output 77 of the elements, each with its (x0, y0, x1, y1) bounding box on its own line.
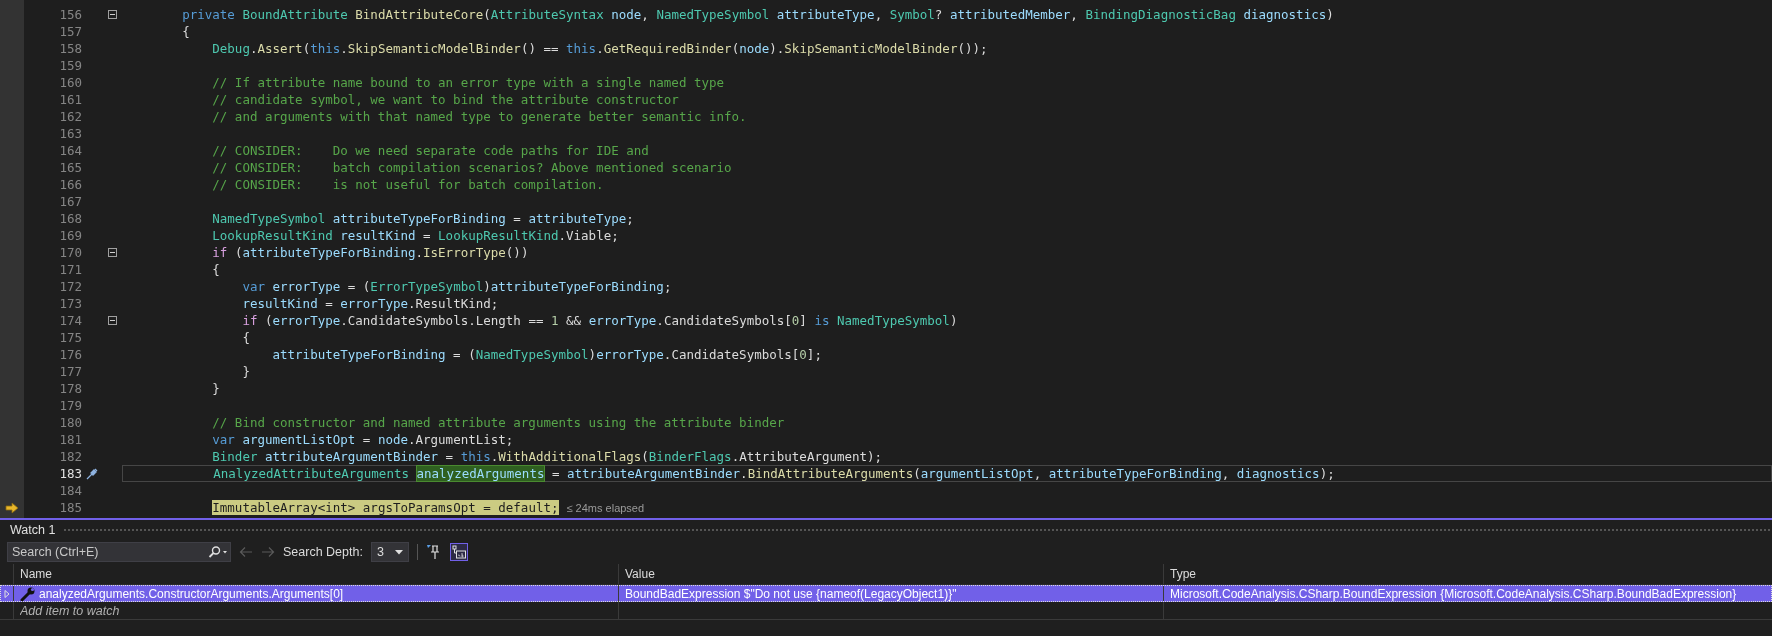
watch-type-cell: Microsoft.CodeAnalysis.CSharp.BoundExpression {Microsoft.CodeAnalysis.CSharp.BoundBadExpression} (1170, 586, 1737, 601)
line-number: 169 (58, 228, 82, 243)
line-number: 185 (58, 500, 82, 515)
brush-icon[interactable] (85, 466, 99, 481)
watch-row[interactable] (0, 585, 1772, 602)
line-number: 179 (58, 398, 82, 413)
line-number: 167 (58, 194, 82, 209)
code-line: LookupResultKind resultKind = LookupResultKind.Viable; (212, 228, 619, 243)
search-depth-label: Search Depth: (283, 545, 363, 559)
line-number: 171 (58, 262, 82, 277)
line-number: 183 (58, 466, 82, 481)
code-line: // CONSIDER: batch compilation scenarios? Above mentioned scenario (212, 160, 732, 175)
line-number: 161 (58, 92, 82, 107)
code-line: // If attribute name bound to an error type with a single named type (212, 75, 725, 90)
code-line: { (212, 262, 220, 277)
column-header[interactable]: Name (20, 567, 52, 581)
line-number: 160 (58, 75, 82, 90)
code-line: } (242, 364, 250, 379)
elapsed-time-hint: ≤ 24ms elapsed (566, 501, 645, 514)
expand-triangle-icon[interactable] (3, 589, 10, 598)
code-line: // and arguments with that named type to generate better semantic info. (212, 109, 747, 124)
code-line: private BoundAttribute BindAttributeCore(AttributeSyntax node, NamedTypeSymbol attributeType, Symbol? attributedMember, BindingDiagnosticBag diagnostics) (182, 7, 1334, 22)
code-line: Debug.Assert(this.SkipSemanticModelBinder() == this.GetRequiredBinder(node).SkipSemanticModelBinder()); (212, 41, 988, 56)
code-line: { (182, 24, 190, 39)
code-line: NamedTypeSymbol attributeTypeForBinding = attributeType; (212, 211, 634, 226)
line-number: 184 (58, 483, 82, 498)
search-depth-dropdown[interactable]: 3 (370, 542, 409, 562)
code-line: // CONSIDER: is not useful for batch compilation. (212, 177, 604, 192)
line-number: 178 (58, 381, 82, 396)
code-line: var errorType = (ErrorTypeSymbol)attributeTypeForBinding; (242, 279, 672, 294)
line-number: 172 (58, 279, 82, 294)
raw-view-toggle[interactable] (449, 543, 468, 561)
code-line: // CONSIDER: Do we need separate code paths for IDE and (212, 143, 649, 158)
collapse-icon[interactable] (107, 316, 117, 325)
code-line: var argumentListOpt = node.ArgumentList; (212, 432, 514, 447)
line-number: 168 (58, 211, 82, 226)
code-line: attributeTypeForBinding = (NamedTypeSymbol)errorType.CandidateSymbols[0]; (272, 347, 822, 362)
column-header[interactable]: Type (1170, 567, 1196, 581)
pin-icon[interactable] (425, 544, 442, 560)
line-number: 174 (58, 313, 82, 328)
line-number: 165 (58, 160, 82, 175)
wrench-icon (20, 585, 36, 602)
code-line: if (errorType.CandidateSymbols.Length == 1 && errorType.CandidateSymbols[0] is NamedTypeSymbol) (242, 313, 958, 328)
line-number: 164 (58, 143, 82, 158)
line-number: 181 (58, 432, 82, 447)
drag-grip[interactable] (63, 528, 1772, 532)
line-number: 159 (58, 58, 82, 73)
code-line: // candidate symbol, we want to bind the attribute constructor (212, 92, 679, 107)
line-number: 177 (58, 364, 82, 379)
line-number: 182 (58, 449, 82, 464)
code-line: if (attributeTypeForBinding.IsErrorType()) (212, 245, 529, 260)
caret-icon[interactable] (394, 549, 403, 555)
code-line: { (242, 330, 250, 345)
add-item-field[interactable]: Add item to watch (20, 603, 220, 618)
line-number: 180 (58, 415, 82, 430)
collapse-icon[interactable] (107, 248, 117, 257)
line-number: 176 (58, 347, 82, 362)
line-number: 175 (58, 330, 82, 345)
watch-value-cell: BoundBadExpression $"Do not use {nameof(LegacyObject1)}" (625, 586, 957, 601)
code-line: Binder attributeArgumentBinder = this.WithAdditionalFlags(BinderFlags.AttributeArgument); (212, 449, 883, 464)
line-number: 163 (58, 126, 82, 141)
panel-title: Watch 1 (10, 523, 56, 537)
line-number: 156 (58, 7, 82, 22)
line-number: 166 (58, 177, 82, 192)
code-line: } (212, 381, 220, 396)
line-number: 158 (58, 41, 82, 56)
line-number: 170 (58, 245, 82, 260)
code-line: AnalyzedAttributeArguments analyzedArguments = attributeArgumentBinder.BindAttributeArguments(argumentListOpt, attributeTypeForBinding, diagnostics); (213, 466, 1335, 481)
code-line: resultKind = errorType.ResultKind; (242, 296, 499, 311)
execution-arrow-icon (5, 501, 19, 514)
line-number: 162 (58, 109, 82, 124)
line-number: 157 (58, 24, 82, 39)
code-line: // Bind constructor and named attribute arguments using the attribute binder (212, 415, 785, 430)
line-number: 173 (58, 296, 82, 311)
collapse-icon[interactable] (107, 10, 117, 19)
column-header[interactable]: Value (625, 567, 655, 581)
watch-name-cell: analyzedArguments.ConstructorArguments.Arguments[0] (39, 586, 344, 601)
